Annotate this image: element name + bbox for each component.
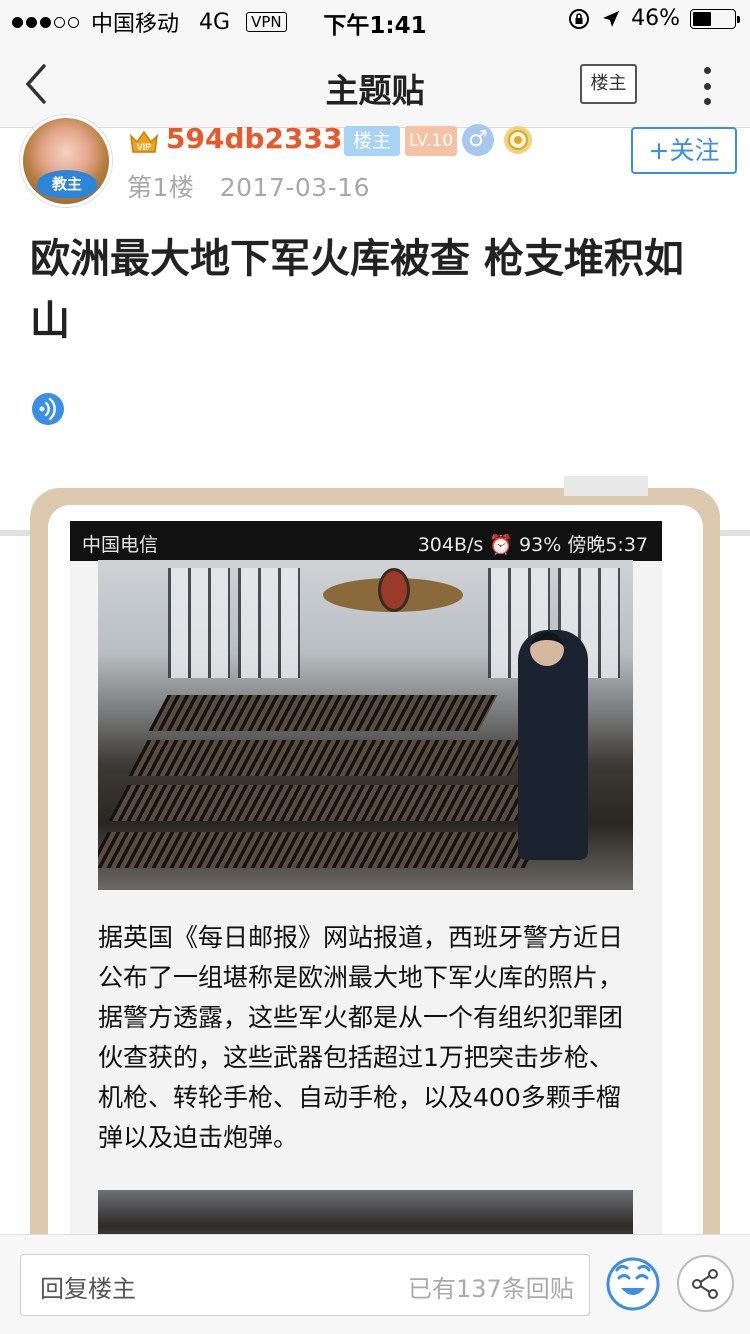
svg-text:VIP: VIP bbox=[137, 142, 152, 152]
follow-button[interactable]: +关注 bbox=[631, 127, 737, 174]
floor-number: 第1楼 bbox=[127, 173, 195, 202]
share-button[interactable] bbox=[677, 1255, 734, 1312]
male-gender-icon: ♂ bbox=[462, 124, 494, 156]
status-right: 46% bbox=[567, 6, 740, 31]
divider bbox=[0, 530, 30, 536]
more-dot-icon bbox=[703, 67, 711, 74]
post-date: 2017-03-16 bbox=[219, 173, 371, 202]
sound-wave-icon bbox=[39, 397, 56, 421]
level-tag: LV.10 bbox=[405, 126, 457, 156]
reply-count: 已有137条回贴 bbox=[408, 1275, 574, 1303]
arsenal-photo[interactable] bbox=[98, 560, 633, 890]
more-dot-icon bbox=[703, 82, 711, 90]
avatar-badge: 教主 bbox=[37, 170, 97, 198]
emoji-icon[interactable] bbox=[603, 1252, 663, 1312]
more-dot-icon bbox=[703, 98, 711, 105]
audio-play-icon[interactable] bbox=[32, 393, 64, 425]
medal-icon bbox=[504, 126, 532, 154]
share-icon bbox=[692, 1269, 718, 1299]
battery-icon bbox=[690, 8, 740, 29]
nav-bar: 主题贴 楼主 bbox=[0, 40, 750, 128]
embedded-status-bar: 中国电信 304B/s ⏰ 93% 傍晚5:37 bbox=[70, 521, 662, 561]
author-username[interactable]: 594db2333 bbox=[166, 122, 342, 155]
author-avatar[interactable]: 教主 bbox=[20, 115, 112, 207]
frame-tab bbox=[564, 476, 648, 496]
embedded-article-text: 据英国《每日邮报》网站报道，西班牙警方近日公布了一组堪称是欧洲最大地下军火库的照… bbox=[98, 923, 624, 1152]
floor-date: 第1楼 2017-03-16 bbox=[127, 168, 370, 204]
post-title: 欧洲最大地下军火库被查 枪支堆积如山 bbox=[30, 236, 684, 344]
status-bar: 中国移动 4G VPN 下午1:41 46% bbox=[0, 0, 750, 40]
more-menu-button[interactable] bbox=[697, 64, 717, 108]
location-arrow-icon bbox=[603, 10, 620, 27]
embedded-carrier: 中国电信 bbox=[82, 534, 159, 556]
page-title: 主题贴 bbox=[325, 71, 425, 110]
only-owner-button[interactable]: 楼主 bbox=[580, 64, 637, 104]
crown-vip-icon: VIP bbox=[129, 130, 159, 153]
rotation-lock-icon bbox=[569, 8, 590, 29]
embedded-status-right: 304B/s ⏰ 93% 傍晚5:37 bbox=[417, 534, 648, 556]
divider bbox=[720, 530, 750, 536]
battery-percent: 46% bbox=[631, 6, 680, 31]
reply-placeholder: 回复楼主 bbox=[40, 1275, 136, 1303]
owner-tag: 楼主 bbox=[344, 126, 400, 156]
